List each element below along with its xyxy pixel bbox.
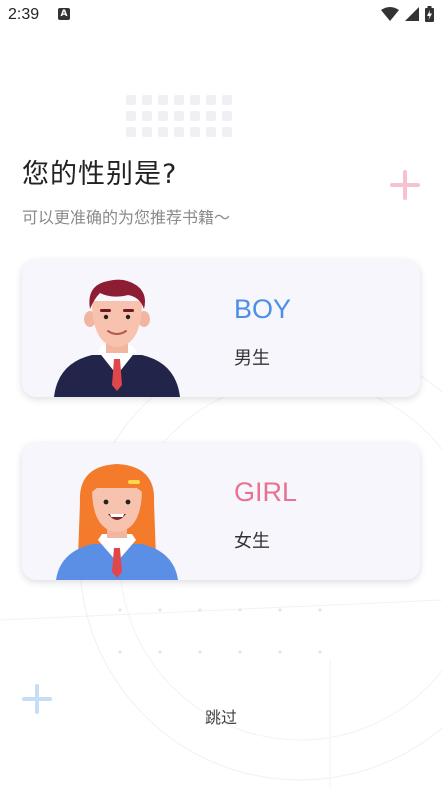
status-time: 2:39 [8, 6, 40, 23]
signal-icon [405, 7, 419, 21]
status-icons [381, 6, 434, 22]
battery-icon [425, 6, 434, 22]
status-bar: 2:39 A [0, 0, 442, 30]
boy-label-en: BOY [234, 294, 292, 324]
plus-icon [390, 170, 420, 200]
girl-avatar [56, 464, 178, 580]
boy-option-card[interactable]: BOY 男生 [22, 260, 420, 397]
decorative-dot-grid [126, 95, 238, 139]
boy-avatar [54, 279, 180, 397]
app-notification-icon: A [58, 8, 70, 20]
girl-option-card[interactable]: GIRL 女生 [22, 443, 420, 580]
page-title: 您的性别是? [22, 159, 178, 190]
girl-label-en: GIRL [234, 477, 298, 507]
boy-label-zh: 男生 [234, 348, 270, 369]
wifi-icon [381, 7, 399, 21]
girl-label-zh: 女生 [234, 531, 270, 552]
skip-button[interactable]: 跳过 [0, 704, 442, 728]
page-subtitle: 可以更准确的为您推荐书籍～ [22, 208, 231, 227]
